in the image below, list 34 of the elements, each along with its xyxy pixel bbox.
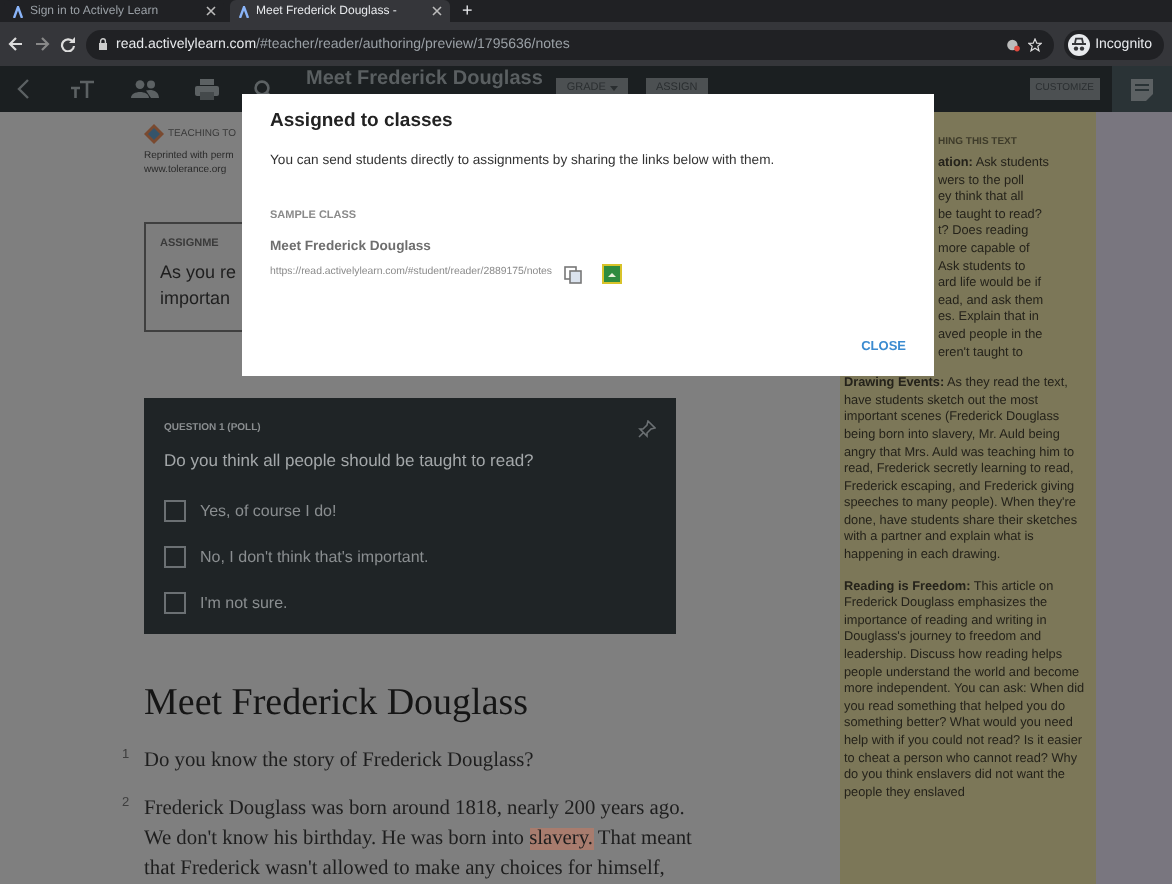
incognito-icon [1067,33,1090,55]
cookie-icon[interactable] [1005,37,1020,51]
logo-icon [12,5,24,17]
copy-icon[interactable] [564,265,583,284]
checkbox[interactable] [164,500,186,523]
assignment-text: importan [160,286,231,313]
pin-icon[interactable] [638,419,656,438]
checkbox[interactable] [164,592,186,615]
notes-icon [1130,77,1154,101]
close-icon[interactable] [206,6,216,16]
assignment-text: As you re [160,260,237,287]
option-label: Yes, of course I do! [200,499,337,524]
star-icon[interactable] [1027,37,1042,51]
document-title: Meet Frederick Douglass [306,70,543,90]
printer-icon[interactable] [194,78,220,100]
logo-icon [238,5,250,17]
text-size-icon[interactable] [70,80,96,98]
new-tab-button[interactable]: + [462,2,473,20]
logo-icon [144,124,164,145]
option-label: No, I don't think that's important. [200,545,429,570]
paragraph-text: Frederick Douglass was born around 1818, nearly 200 years ago. We don't know his birthday. He was born into slavery. That meant that Frederick wasn't allowed to make any choices for himself, [144,796,694,884]
paragraph-text: Do you know the story of Frederick Douglass? [144,748,536,776]
checkbox[interactable] [164,546,186,569]
people-icon[interactable] [130,80,160,98]
option-label: I'm not sure. [200,591,288,616]
lock-icon [98,38,108,50]
forward-icon[interactable] [34,36,50,52]
classroom-icon[interactable] [602,264,623,285]
reload-icon[interactable] [60,36,76,52]
close-icon[interactable] [432,6,442,16]
notes-button[interactable] [1112,66,1172,112]
dialog-title: Assigned to classes [270,112,455,131]
article-title: Meet Frederick Douglass [144,684,531,722]
question-text: Do you think all people should be taught to read? [164,447,536,474]
